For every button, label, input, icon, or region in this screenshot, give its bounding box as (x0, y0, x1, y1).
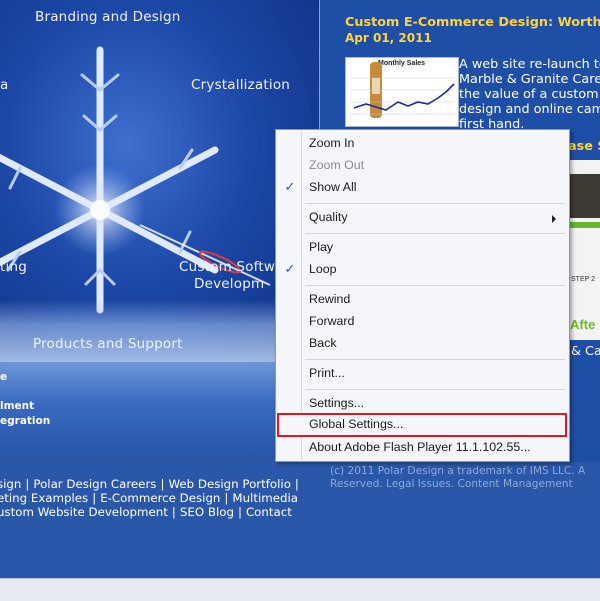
excerpt-line: the value of a custom (459, 87, 599, 102)
menu-item-label: Show All (309, 180, 357, 194)
menu-item-zoom-out: Zoom Out (278, 155, 566, 177)
case-study-title[interactable]: ase S (568, 139, 600, 154)
checkmark-icon: ✓ (284, 179, 296, 194)
menu-item-label: Forward (309, 314, 355, 328)
menu-separator (305, 285, 565, 286)
footer-links: sign | Polar Design Careers | Web Design Por… (0, 477, 317, 519)
menu-item-label: Play (309, 240, 334, 254)
menu-item-back[interactable]: Back (278, 333, 566, 355)
case-thumb-step: STEP 2 (571, 276, 595, 283)
case-study-text: & Ca (571, 344, 600, 359)
footer-link-ecommerce[interactable]: E-Commerce Design (100, 491, 220, 505)
footer-link-careers[interactable]: Polar Design Careers (33, 477, 156, 491)
menu-item-label: Back (309, 336, 337, 350)
case-thumb-dark (568, 174, 600, 218)
menu-item-label: Zoom Out (309, 158, 365, 172)
menu-item-label: Loop (309, 262, 337, 276)
footer-links-row-2: eting Examples | E-Commerce Design | Multime… (0, 491, 317, 505)
menu-item-forward[interactable]: Forward (278, 311, 566, 333)
submenu-arrow-icon (552, 215, 556, 223)
excerpt-line: A web site re-launch to (459, 57, 600, 72)
menu-separator (305, 233, 565, 234)
menu-item-label: Print... (309, 366, 345, 380)
flash-movie[interactable]: Branding and Design a Crystallization ti… (0, 0, 319, 362)
footer-links-row-3: ustom Website Development | SEO Blog | Conta… (0, 505, 317, 519)
sub-nav-strip: e lment egration (0, 362, 319, 452)
excerpt-line: Marble & Granite Care (459, 72, 600, 87)
sub-nav-item-1[interactable]: e (0, 371, 7, 383)
link-separator: | (25, 477, 30, 491)
link-separator: | (160, 477, 165, 491)
menu-item-label: Global Settings... (309, 417, 404, 431)
case-thumb-after: Afte (570, 317, 596, 332)
menu-separator (305, 389, 565, 390)
post-title[interactable]: Custom E-Commerce Design: Worth the (345, 15, 600, 30)
menu-item-label: About Adobe Flash Player 11.1.102.55... (309, 440, 531, 454)
snowflake-graphic (0, 46, 271, 314)
case-thumb-green-bar (568, 222, 600, 228)
menu-item-label: Quality (309, 210, 348, 224)
menu-item-label: Settings... (309, 396, 365, 410)
link-separator: | (237, 505, 242, 519)
footer-link-contact[interactable]: Contact (246, 505, 292, 519)
sub-nav-item-2[interactable]: lment (0, 400, 34, 412)
footer-link-multimedia[interactable]: Multimedia (232, 491, 298, 505)
browser-bottom-bar (0, 578, 600, 601)
menu-item-show-all[interactable]: ✓ Show All (278, 177, 566, 199)
link-separator: | (171, 505, 176, 519)
copyright-line-2: Reserved. Legal Issues. Content Manageme… (330, 478, 573, 490)
nav-custom-software-line2[interactable]: Developm (194, 276, 264, 292)
nav-partial-left-a[interactable]: a (0, 77, 8, 93)
footer-link-seo-blog[interactable]: SEO Blog (180, 505, 234, 519)
nav-custom-software-line1[interactable]: Custom Softwa (179, 259, 284, 275)
menu-item-rewind[interactable]: Rewind (278, 289, 566, 311)
post-date: Apr 01, 2011 (345, 31, 432, 45)
thumb-chart (350, 62, 455, 118)
flash-context-menu: Zoom In Zoom Out ✓ Show All Quality Play… (275, 129, 570, 462)
menu-item-print[interactable]: Print... (278, 363, 566, 385)
water-reflection (0, 300, 319, 362)
nav-crystallization[interactable]: Crystallization (191, 77, 290, 93)
footer-link-design[interactable]: sign (0, 477, 21, 491)
copyright-text: (c) 2011 Polar Design a trademark of IMS… (330, 465, 600, 491)
post-excerpt: A web site re-launch to Marble & Granite… (459, 57, 600, 132)
menu-item-play[interactable]: Play (278, 237, 566, 259)
footer-link-custom-web-dev[interactable]: ustom Website Development (0, 505, 168, 519)
link-separator: | (294, 477, 299, 491)
nav-products-and-support[interactable]: Products and Support (33, 336, 183, 352)
menu-separator (305, 359, 565, 360)
link-separator: | (224, 491, 229, 505)
menu-item-label: Zoom In (309, 136, 355, 150)
footer-links-row-1: sign | Polar Design Careers | Web Design Por… (0, 477, 317, 491)
menu-item-settings[interactable]: Settings... (278, 393, 566, 415)
case-study-thumbnail[interactable]: STEP 2 Afte (567, 160, 600, 340)
footer-link-marketing-examples[interactable]: eting Examples (0, 491, 88, 505)
menu-item-about-flash-player[interactable]: About Adobe Flash Player 11.1.102.55... (278, 437, 566, 459)
menu-item-global-settings[interactable]: Global Settings... (277, 413, 567, 437)
sub-nav-item-3[interactable]: egration (0, 415, 50, 427)
link-separator: | (92, 491, 97, 505)
menu-item-zoom-in[interactable]: Zoom In (278, 133, 566, 155)
menu-item-label: Rewind (309, 292, 351, 306)
copyright-line-1: (c) 2011 Polar Design a trademark of IMS… (330, 465, 586, 477)
footer-link-portfolio[interactable]: Web Design Portfolio (168, 477, 290, 491)
nav-partial-left-ting[interactable]: ting (0, 259, 27, 275)
menu-item-loop[interactable]: ✓ Loop (278, 259, 566, 281)
checkmark-icon: ✓ (284, 261, 296, 276)
excerpt-line: design and online cam (459, 102, 600, 117)
post-thumbnail[interactable]: Monthly Sales (345, 57, 459, 127)
nav-branding-and-design[interactable]: Branding and Design (35, 9, 180, 25)
menu-item-quality[interactable]: Quality (278, 207, 566, 229)
menu-separator (305, 203, 565, 204)
